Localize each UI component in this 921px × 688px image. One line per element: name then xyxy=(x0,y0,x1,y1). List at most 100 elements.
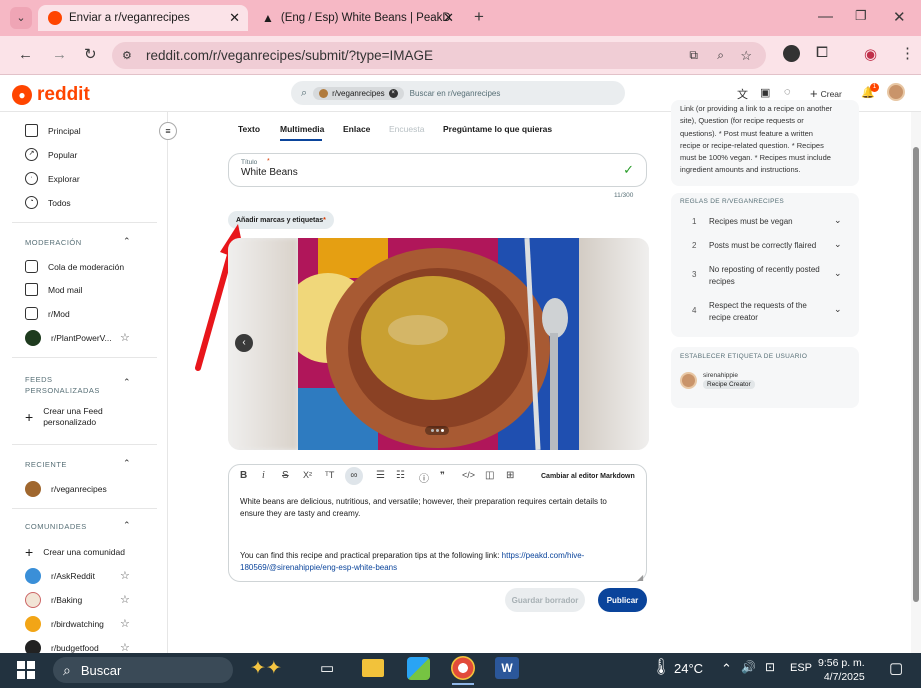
create-community-button[interactable]: + Crear una comunidad xyxy=(25,544,125,560)
body-link[interactable]: https://peakd.com/hive- xyxy=(502,551,585,560)
save-draft-button[interactable]: Guardar borrador xyxy=(505,588,585,612)
taskbar-search-field[interactable]: ⌕ Buscar xyxy=(53,657,233,683)
code-block-icon[interactable]: ◫ xyxy=(485,470,494,481)
table-icon[interactable]: ⊞ xyxy=(506,470,514,481)
store-icon[interactable] xyxy=(407,657,430,680)
chat-icon[interactable]: ◌ xyxy=(784,86,791,98)
scrollbar-thumb[interactable] xyxy=(913,147,919,602)
word-icon[interactable]: W xyxy=(495,657,519,679)
favorite-star-icon[interactable]: ☆ xyxy=(120,593,130,606)
volume-icon[interactable]: 🔊 xyxy=(741,660,756,674)
tab-peakd[interactable]: ▲ (Eng / Esp) White Beans | PeakD ✕ xyxy=(252,5,462,31)
bullet-list-icon[interactable]: ☰ xyxy=(376,470,385,481)
ads-icon[interactable]: ▣ xyxy=(760,86,770,99)
communities-header[interactable]: COMUNIDADES xyxy=(25,522,87,531)
copilot-sparkle-icon[interactable]: ✦✦ xyxy=(250,657,282,680)
clear-chip-icon[interactable]: × xyxy=(388,88,398,98)
chevron-down-icon[interactable]: ⌄ xyxy=(834,304,842,315)
reddit-logo[interactable]: ● reddit xyxy=(12,84,90,106)
body-link[interactable]: 180569/@sirenahippie/eng-esp-white-beans xyxy=(240,562,584,574)
file-explorer-icon[interactable] xyxy=(362,659,384,677)
numbered-list-icon[interactable]: ☷ xyxy=(396,470,405,481)
strikethrough-icon[interactable]: S xyxy=(282,470,289,481)
close-tab-icon[interactable]: ✕ xyxy=(443,10,454,26)
tab-enlace[interactable]: Enlace xyxy=(343,124,370,134)
collapse-sidebar-icon[interactable]: ≡ xyxy=(159,122,177,140)
back-icon[interactable]: ← xyxy=(18,46,33,63)
sidebar-item-popular[interactable]: ↗ Popular xyxy=(25,148,77,161)
site-info-icon[interactable]: ⚙ xyxy=(122,49,132,62)
browser-menu-icon[interactable]: ⋮ xyxy=(900,44,915,62)
sidebar-item-veganrecipes[interactable]: r/veganrecipes xyxy=(25,481,107,497)
heading-icon[interactable]: ᵀT xyxy=(325,470,334,480)
sidebar-item-explorar[interactable]: · Explorar xyxy=(25,172,80,185)
notification-center-icon[interactable]: ▢ xyxy=(889,659,903,677)
user-flair-row[interactable]: sirenahippie Recipe Creator xyxy=(680,372,755,389)
markdown-toggle[interactable]: Cambiar al editor Markdown xyxy=(541,473,635,480)
extensions-puzzle-icon[interactable]: ⧠ xyxy=(816,44,828,61)
reload-icon[interactable]: ↻ xyxy=(84,45,97,63)
chevron-up-icon[interactable]: ⌃ xyxy=(721,661,732,677)
gallery-prev-button[interactable]: ‹ xyxy=(235,334,253,352)
new-tab-button[interactable]: + xyxy=(474,7,484,27)
sidebar-item-principal[interactable]: Principal xyxy=(25,124,81,137)
chrome-icon[interactable] xyxy=(451,656,475,680)
weather-icon[interactable]: 🌡 xyxy=(651,657,671,677)
page-scrollbar[interactable] xyxy=(911,112,921,653)
chevron-down-icon[interactable]: ⌄ xyxy=(834,215,842,226)
sidebar-item-modqueue[interactable]: Cola de moderación xyxy=(25,260,124,273)
language-indicator[interactable]: ESP xyxy=(790,662,812,674)
sidebar-item-modmail[interactable]: Mod mail xyxy=(25,283,82,296)
tab-multimedia[interactable]: Multimedia xyxy=(280,124,324,134)
sidebar-item-askreddit[interactable]: r/AskReddit xyxy=(25,568,95,584)
resize-handle-icon[interactable]: ◢ xyxy=(637,573,643,582)
search-input[interactable]: ⌕ r/veganrecipes × Buscar en r/veganreci… xyxy=(291,81,625,105)
windows-start-icon[interactable] xyxy=(17,661,35,679)
sidebar-item-todos[interactable]: ◔ Todos xyxy=(25,196,71,209)
sidebar-item-rmod[interactable]: r/Mod xyxy=(25,307,70,320)
chevron-up-icon[interactable]: ⌃ xyxy=(123,520,131,531)
italic-icon[interactable]: i xyxy=(262,470,265,481)
sidebar-item-birdwatching[interactable]: r/birdwatching xyxy=(25,616,104,632)
chevron-up-icon[interactable]: ⌃ xyxy=(123,377,131,388)
code-icon[interactable]: </> xyxy=(462,470,475,480)
minimize-icon[interactable]: — xyxy=(818,8,833,25)
favorite-star-icon[interactable]: ☆ xyxy=(120,617,130,630)
extension-icon[interactable] xyxy=(783,45,800,62)
search-scope-chip[interactable]: r/veganrecipes × xyxy=(313,86,404,100)
tab-enviar[interactable]: Enviar a r/veganrecipes ✕ xyxy=(38,5,248,31)
chevron-down-icon[interactable]: ⌄ xyxy=(834,268,842,279)
tab-texto[interactable]: Texto xyxy=(238,124,260,134)
image-gallery[interactable]: ‹ xyxy=(228,238,649,450)
moderation-header[interactable]: MODERACIÓN xyxy=(25,238,82,247)
restore-icon[interactable]: ❐ xyxy=(855,8,867,24)
profile-icon[interactable]: ◉ xyxy=(864,45,877,63)
bold-icon[interactable]: B xyxy=(240,470,247,481)
sidebar-item-plantpower[interactable]: r/PlantPowerV... xyxy=(25,330,112,346)
user-avatar[interactable] xyxy=(887,83,905,101)
title-field[interactable]: Título * White Beans ✓ xyxy=(228,153,647,187)
taskbar-temperature[interactable]: 24°C xyxy=(674,661,703,676)
feeds-header[interactable]: FEEDS PERSONALIZADAS xyxy=(25,374,100,396)
link-icon[interactable]: ∞ xyxy=(345,467,363,485)
tab-list-button[interactable]: ⌄ xyxy=(10,7,32,29)
chevron-up-icon[interactable]: ⌃ xyxy=(123,458,131,469)
task-view-icon[interactable]: ▭ xyxy=(320,659,334,677)
zoom-icon[interactable]: ⌕ xyxy=(717,48,724,63)
sidebar-item-baking[interactable]: r/Baking xyxy=(25,592,82,608)
create-button[interactable]: + Crear xyxy=(810,86,842,101)
close-window-icon[interactable]: ✕ xyxy=(893,8,906,26)
url-field[interactable]: ⚙ reddit.com/r/veganrecipes/submit/?type… xyxy=(112,42,766,69)
chevron-down-icon[interactable]: ⌄ xyxy=(834,239,842,250)
close-tab-icon[interactable]: ✕ xyxy=(229,10,240,26)
network-icon[interactable]: ⊡ xyxy=(765,660,775,674)
quote-icon[interactable]: ❞ xyxy=(440,470,445,481)
favorite-star-icon[interactable]: ☆ xyxy=(120,331,130,344)
recent-header[interactable]: RECIENTE xyxy=(25,460,67,469)
superscript-icon[interactable]: X² xyxy=(303,470,312,480)
taskbar-clock[interactable]: 9:56 p. m. 4/7/2025 xyxy=(818,656,865,684)
tab-ama[interactable]: Pregúntame lo que quieras xyxy=(443,124,552,134)
forward-icon[interactable]: → xyxy=(52,46,67,63)
publish-button[interactable]: Publicar xyxy=(598,588,647,612)
favorite-star-icon[interactable]: ☆ xyxy=(120,569,130,582)
